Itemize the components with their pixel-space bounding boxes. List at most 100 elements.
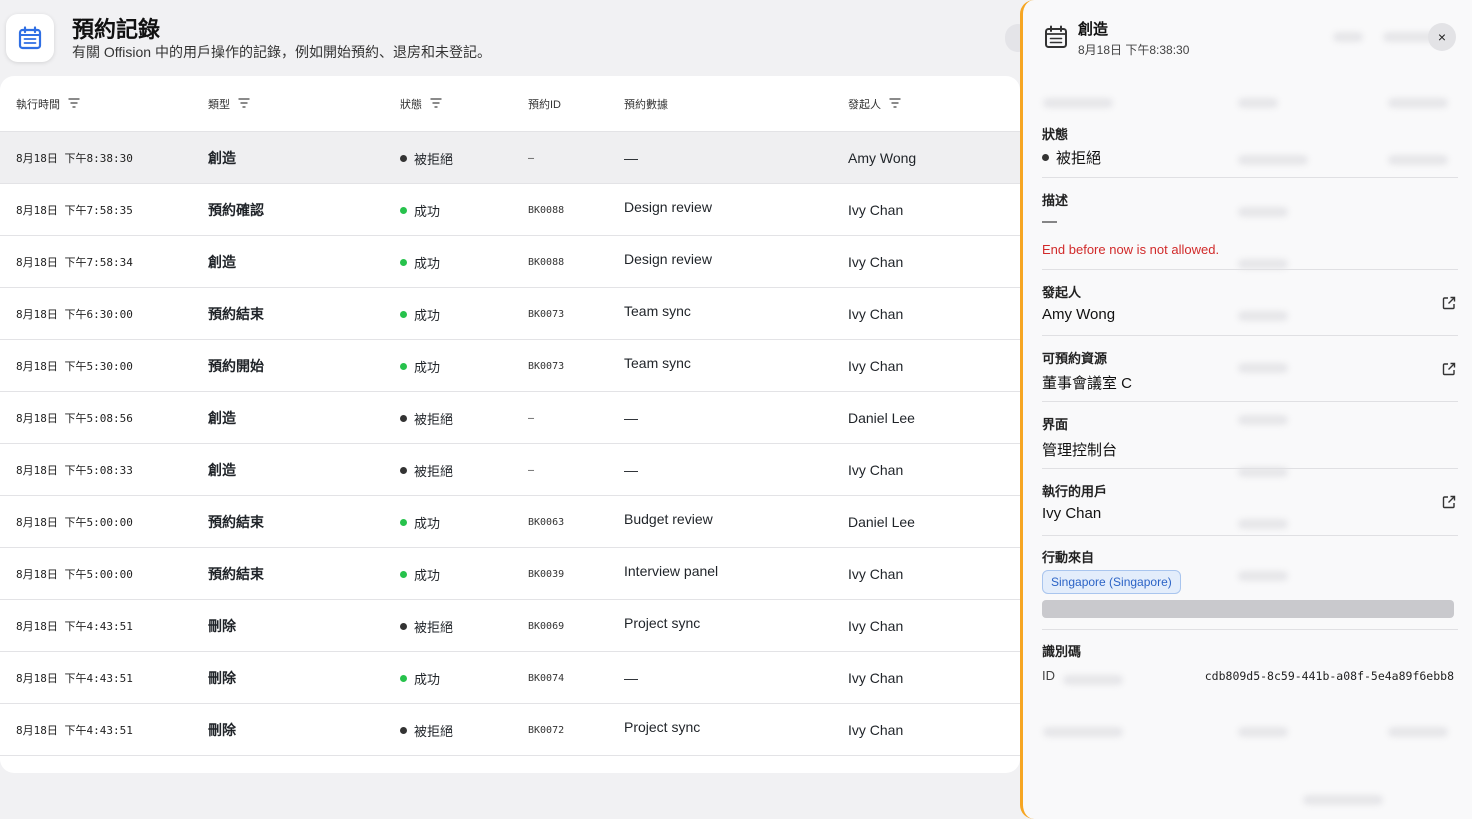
cell-initiator: Daniel Lee [848,410,915,426]
status-text: 成功 [414,567,441,583]
id-label: ID [1042,668,1055,683]
field-label: 發起人 [1042,285,1082,300]
filter-icon[interactable] [68,97,80,111]
cell-type: 創造 [208,462,236,478]
external-link-icon[interactable] [1442,495,1456,509]
status-dot [400,362,407,370]
cell-booking-data: Design review [624,251,712,267]
status-text: 被拒絕 [414,619,454,635]
cell-type: 刪除 [208,670,236,686]
status-text: 成功 [414,255,441,271]
cell-time: 8月18日 下午5:00:00 [16,516,133,529]
cell-time: 8月18日 下午8:38:30 [16,152,133,165]
cell-booking-data: — [624,150,638,166]
field-value: Ivy Chan [1042,505,1102,522]
panel-title: 創造 [1078,21,1109,38]
table-row[interactable]: 8月18日 下午5:00:00 預約結束 成功 BK0063 Budget review… [0,496,1020,548]
cell-booking-id: BK0039 [528,568,565,580]
column-header-booking-id: 預約ID [528,76,561,132]
cell-booking-data: — [624,670,638,686]
cell-initiator: Amy Wong [848,150,917,166]
field-description: 描述 — End before now is not allowed. [1042,178,1458,270]
cell-booking-id: BK0073 [528,308,565,320]
column-header-label: 狀態 [400,99,422,111]
filter-icon[interactable] [430,97,442,111]
column-header-label: 發起人 [848,99,881,111]
cell-type: 刪除 [208,618,236,634]
status-dot [400,674,407,682]
column-header-label: 預約ID [528,99,561,111]
field-interface: 界面 管理控制台 [1042,402,1458,469]
cell-booking-data: Team sync [624,303,691,319]
cell-type: 預約確認 [208,202,264,218]
cell-type: 預約結束 [208,566,264,582]
cell-booking-data: Interview panel [624,563,719,579]
column-header-status[interactable]: 狀態 [400,76,442,132]
filter-icon[interactable] [889,97,901,111]
cell-type: 預約結束 [208,306,264,322]
table-row[interactable]: 8月18日 下午5:30:00 預約開始 成功 BK0073 Team sync Ivy … [0,340,1020,392]
cell-booking-data: — [624,410,638,426]
table-row[interactable]: 8月18日 下午7:58:34 創造 成功 BK0088 Design review Iv… [0,236,1020,288]
cell-initiator: Ivy Chan [848,722,904,738]
table-header: 執行時間 類型 狀態 預約ID 預約數據 發起人 [0,76,1020,132]
status-dot [400,310,407,318]
column-header-label: 預約數據 [624,99,668,111]
error-message: End before now is not allowed. [1042,242,1220,257]
cell-time: 8月18日 下午5:08:56 [16,412,133,425]
field-value: 管理控制台 [1042,442,1118,459]
filter-icon[interactable] [238,97,250,111]
cell-status: 被拒絕 [400,132,453,184]
cell-initiator: Ivy Chan [848,670,904,686]
cell-booking-id: BK0069 [528,620,565,632]
cell-booking-data: Project sync [624,719,701,735]
table-row[interactable]: 8月18日 下午4:43:51 刪除 被拒絕 BK0072 Project sync Iv… [0,704,1020,756]
cell-time: 8月18日 下午7:58:34 [16,256,133,269]
page-title: 預約記錄 [72,17,161,42]
cell-initiator: Ivy Chan [848,254,904,270]
column-header-initiator[interactable]: 發起人 [848,76,901,132]
cell-time: 8月18日 下午6:30:00 [16,308,133,321]
close-button[interactable]: × [1428,23,1456,51]
external-link-icon[interactable] [1442,362,1456,376]
field-value: — [1042,213,1057,230]
cell-booking-id: BK0088 [528,204,565,216]
status-text: 被拒絕 [1056,150,1102,167]
close-icon: × [1437,29,1447,45]
field-resource: 可預約資源 董事會議室 C [1042,336,1458,402]
cell-booking-data: Budget review [624,511,713,527]
column-header-type[interactable]: 類型 [208,76,250,132]
field-status: 狀態 被拒絕 [1042,120,1458,178]
status-text: 成功 [414,203,441,219]
id-value: cdb809d5-8c59-441b-a08f-5e4a89f6ebb8 [1204,669,1454,683]
cell-booking-id: BK0088 [528,256,565,268]
field-label: 執行的用戶 [1042,484,1108,499]
booking-records-page: 預約記錄 有關 Offision 中的用戶操作的記錄，例如開始預約、退房和未登記… [0,0,1472,819]
cell-booking-data: — [624,462,638,478]
external-link-icon[interactable] [1442,296,1456,310]
field-label: 界面 [1042,417,1069,432]
table-row[interactable]: 8月18日 下午4:43:51 刪除 成功 BK0074 — Ivy Chan [0,652,1020,704]
table-row[interactable]: 8月18日 下午5:08:33 創造 被拒絕 – — Ivy Chan [0,444,1020,496]
cell-booking-id: BK0063 [528,516,565,528]
table-row[interactable]: 8月18日 下午7:58:35 預約確認 成功 BK0088 Design review… [0,184,1020,236]
cell-status: 成功 [400,496,440,548]
status-text: 被拒絕 [414,723,454,739]
table-row[interactable]: 8月18日 下午6:30:00 預約結束 成功 BK0073 Team sync Ivy … [0,288,1020,340]
status-dot [400,466,407,474]
cell-type: 創造 [208,410,236,426]
status-text: 成功 [414,515,441,531]
status-text: 成功 [414,359,441,375]
cell-initiator: Ivy Chan [848,358,904,374]
status-text: 成功 [414,671,441,687]
cell-type: 創造 [208,254,236,270]
table-row[interactable]: 8月18日 下午5:00:00 預約結束 成功 BK0039 Interview pan… [0,548,1020,600]
table-row[interactable]: 8月18日 下午5:08:56 創造 被拒絕 – — Daniel Lee [0,392,1020,444]
table-row[interactable]: 8月18日 下午4:43:51 刪除 被拒絕 BK0069 Project sync Iv… [0,600,1020,652]
table-row[interactable]: 8月18日 下午8:38:30 創造 被拒絕 – — Amy Wong [0,132,1020,184]
column-header-time[interactable]: 執行時間 [16,76,80,132]
cell-time: 8月18日 下午7:58:35 [16,204,133,217]
cell-status: 成功 [400,340,440,392]
cell-time: 8月18日 下午5:00:00 [16,568,133,581]
status-text: 被拒絕 [414,463,454,479]
